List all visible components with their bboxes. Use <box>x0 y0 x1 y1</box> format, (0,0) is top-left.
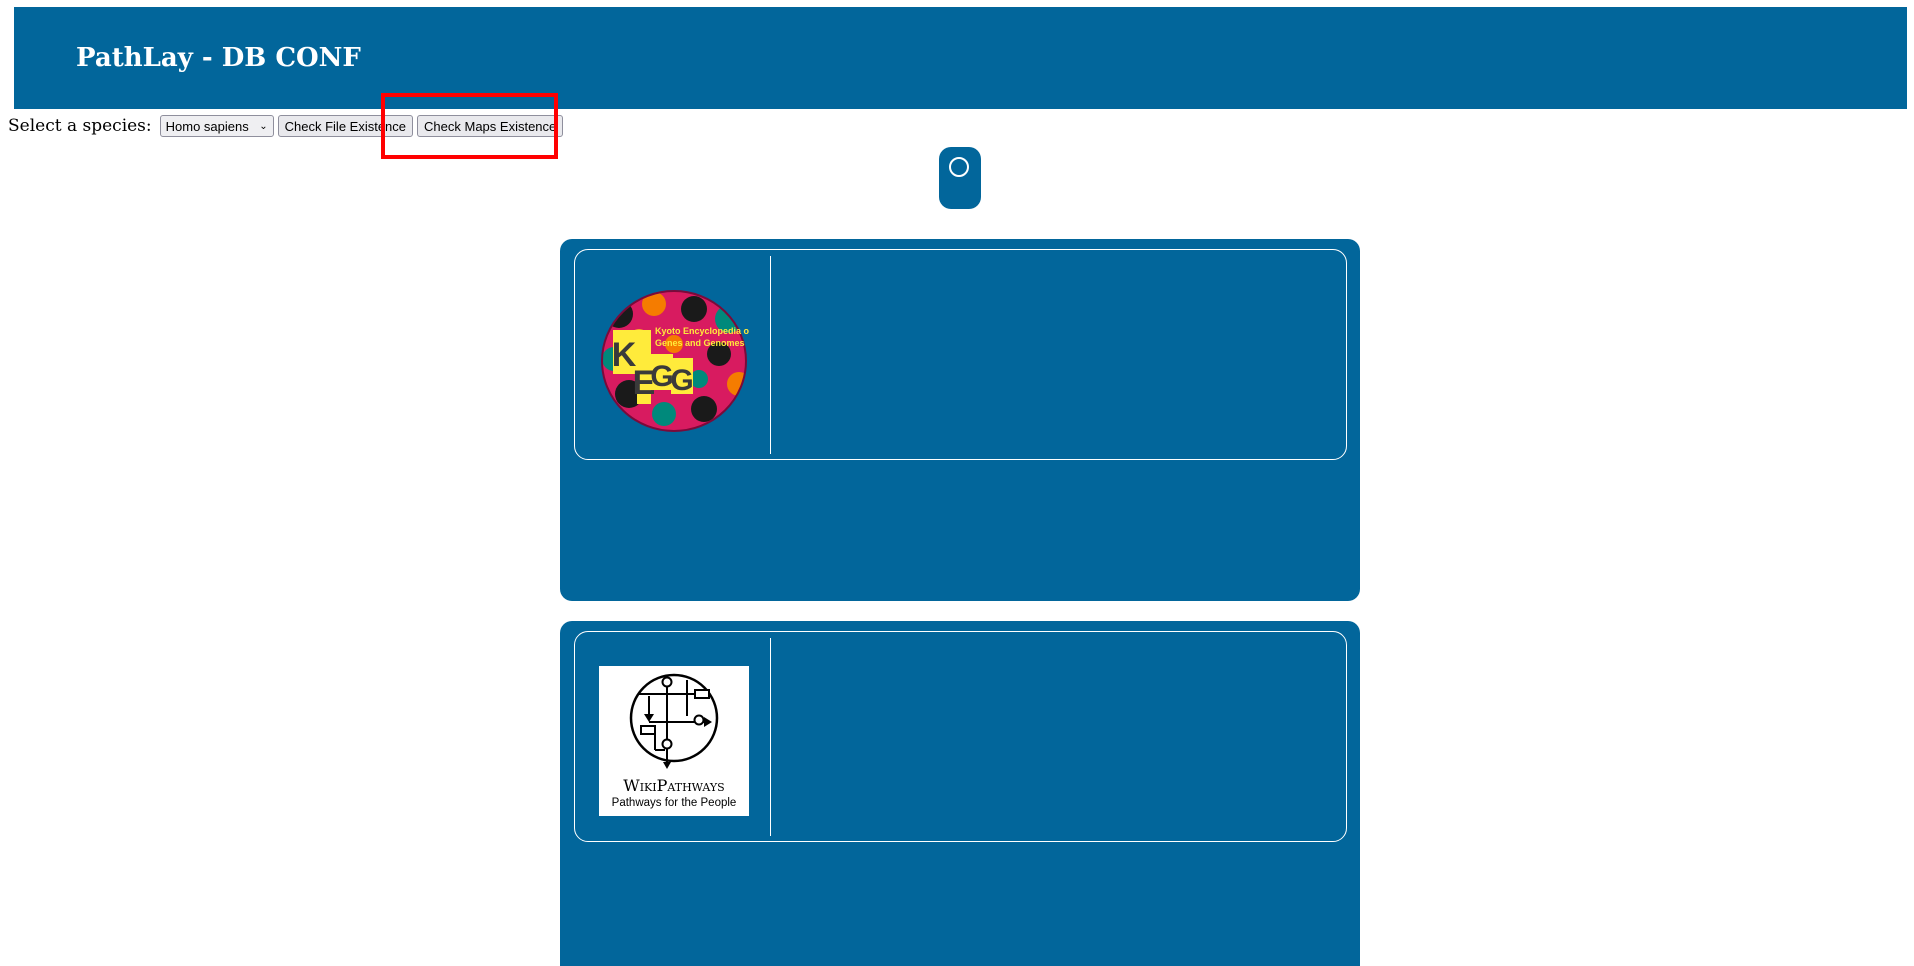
species-select-value: Homo sapiens <box>165 118 249 134</box>
svg-text:Genes and Genomes: Genes and Genomes <box>655 338 745 348</box>
wikipathways-card-content <box>775 632 1346 841</box>
page-header: PathLay - DB CONF <box>14 7 1907 109</box>
svg-text:Kyoto Encyclopedia of: Kyoto Encyclopedia of <box>655 326 749 336</box>
card-divider <box>770 256 771 454</box>
species-label: Select a species: <box>8 116 152 136</box>
toggle-button[interactable] <box>939 147 981 209</box>
wikipathways-panel: WikiPathways Pathways for the People <box>560 621 1360 966</box>
kegg-card: K E G G Kyoto Encyclopedia of Genes and … <box>574 249 1347 460</box>
circle-icon <box>949 157 969 177</box>
page-title: PathLay - DB CONF <box>76 43 361 73</box>
kegg-panel: K E G G Kyoto Encyclopedia of Genes and … <box>560 239 1360 601</box>
card-divider <box>770 638 771 836</box>
wikipathways-brand: WikiPathways <box>623 776 725 795</box>
kegg-card-content <box>775 250 1346 459</box>
chevron-down-icon: ⌄ <box>259 120 268 132</box>
species-toolbar: Select a species: Homo sapiens ⌄ Check F… <box>8 114 564 138</box>
wikipathways-card: WikiPathways Pathways for the People <box>574 631 1347 842</box>
kegg-logo: K E G G Kyoto Encyclopedia of Genes and … <box>599 284 753 434</box>
wikipathways-tagline: Pathways for the People <box>611 797 737 809</box>
wikipathways-logo: WikiPathways Pathways for the People <box>599 666 749 816</box>
check-maps-existence-button[interactable]: Check Maps Existence <box>417 115 564 137</box>
species-select[interactable]: Homo sapiens ⌄ <box>159 115 274 137</box>
svg-text:G: G <box>670 364 693 397</box>
check-file-existence-button[interactable]: Check File Existence <box>277 115 414 137</box>
